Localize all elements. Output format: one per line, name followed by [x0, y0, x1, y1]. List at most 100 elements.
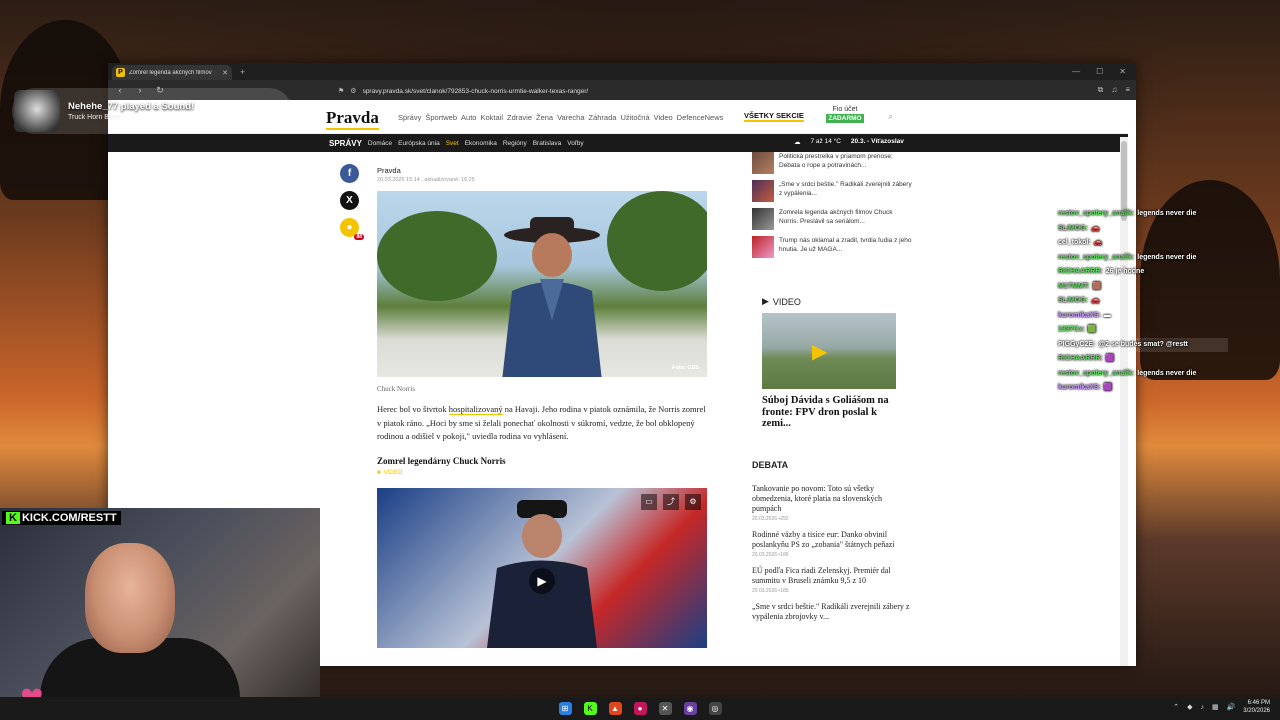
search-icon[interactable]: ⌕ [888, 111, 893, 122]
video-player[interactable]: ▭ ⤴ ⚙ ▶ [377, 487, 707, 648]
debate-item[interactable]: „Sme v srdci beštie." Radikáli zverejnil… [752, 602, 912, 622]
volume-icon[interactable]: 🔊 [1227, 703, 1236, 711]
sidebar-article[interactable]: Trump nás oklamal a zradil, tvrdia ľudia… [752, 236, 912, 258]
nav-item[interactable]: Video [654, 113, 673, 122]
debate-meta: 20.03.2026 ▪185 [752, 588, 912, 594]
debate-item[interactable]: EÚ podľa Fica riadi Zelenskyj. Premiér d… [752, 566, 912, 594]
nav-item[interactable]: Užitočná [620, 113, 649, 122]
taskbar-apps: ⊞ K ▲ ● ✕ ◉ ◎ [558, 702, 722, 715]
brave-browser-icon[interactable]: ▲ [608, 702, 622, 715]
nav-item[interactable]: Záhrada [589, 113, 617, 122]
comments-icon[interactable]: ● 88 [340, 218, 364, 240]
sidebar-article[interactable]: Zomrela legenda akčných filmov Chuck Nor… [752, 208, 912, 230]
app-icon[interactable]: ● [633, 702, 647, 715]
bookmark-icon[interactable]: ⚑ [338, 87, 344, 95]
article-thumbnail [752, 180, 774, 202]
chat-overlay: restov_spotery_analik: legends never die … [1058, 207, 1228, 396]
subnav-item[interactable]: Ekonomika [465, 140, 497, 147]
app-icon[interactable]: ◉ [683, 702, 697, 715]
x-twitter-icon[interactable]: X [340, 191, 359, 210]
subnav-item[interactable]: Európska únia [398, 140, 440, 147]
share-icon[interactable]: ⤴ [663, 493, 679, 510]
section-title[interactable]: SPRÁVY [329, 139, 362, 148]
chevron-up-icon[interactable]: ⌃ [1173, 703, 1179, 711]
settings-gear-icon[interactable]: ⚙ [685, 493, 701, 510]
sidebar-article[interactable]: „Sme v srdci beštie." Radikáli zverejnil… [752, 180, 912, 202]
windows-start-icon[interactable]: ⊞ [558, 702, 572, 715]
url-field[interactable]: ⚑ ⚙ spravy.pravda.sk/svet/clanok/792853-… [338, 83, 898, 99]
sidebar-article-title: Zomrela legenda akčných filmov Chuck Nor… [779, 209, 893, 225]
article-photo[interactable]: Foto: CBS [377, 191, 707, 377]
taskbar: ⊞ K ▲ ● ✕ ◉ ◎ ⌃ ◆ ♪ ▦ 🔊 6:46 PM 3/20/202… [0, 697, 1280, 720]
body-text: Herec bol vo štvrtok [377, 404, 449, 414]
app-icon[interactable]: ✕ [658, 702, 672, 715]
kick-app-icon[interactable]: K [583, 702, 597, 715]
close-window-icon[interactable]: ✕ [1119, 67, 1126, 76]
nav-item[interactable]: Športweb [425, 113, 457, 122]
app-icon[interactable]: ◎ [708, 702, 722, 715]
play-icon[interactable]: ▶ [812, 339, 827, 364]
window-controls: — ☐ ✕ [1072, 67, 1136, 76]
video-icon: ▶ [762, 296, 769, 306]
video-tag[interactable]: ■ VIDEO [377, 470, 707, 476]
chat-user: RICHAARRR: [1058, 268, 1103, 275]
article: Pravda 20.03.2026 15:14 , aktualizované:… [377, 166, 707, 648]
pip-icon[interactable]: ▭ [641, 493, 657, 510]
fio-label: Fio účet [832, 106, 858, 113]
subnav-item[interactable]: Bratislava [533, 140, 562, 147]
subnav-item-active[interactable]: Svet [446, 140, 459, 147]
nameday: 20.3. - Víťazoslav [850, 138, 904, 145]
tray-app-icon[interactable]: ◆ [1187, 703, 1192, 711]
subnav-item[interactable]: Regióny [503, 140, 527, 147]
play-button-icon[interactable]: ▶ [529, 567, 555, 594]
sidebar-article[interactable]: Politická prestrelka v priamom prenose: … [752, 152, 912, 174]
clock[interactable]: 6:46 PM 3/20/2026 [1243, 699, 1270, 715]
site-info-icon[interactable]: ⚙ [350, 87, 356, 95]
nav-item[interactable]: Žena [536, 113, 553, 122]
extensions-icon[interactable]: ⧉ [1098, 85, 1104, 95]
mic-icon[interactable]: ♪ [1200, 704, 1204, 711]
chat-text: 🟫 [1092, 282, 1102, 290]
main-nav: Správy Športweb Auto Koktail Zdravie Žen… [398, 113, 723, 122]
chat-message-highlight: PIGGyC2E: @2 se budes smat? @restt [1058, 337, 1228, 352]
nav-item[interactable]: DefenceNews [677, 113, 724, 122]
nav-item[interactable]: Auto [461, 113, 476, 122]
nav-item[interactable]: Zdravie [507, 113, 532, 122]
all-sections-button[interactable]: VŠETKY SEKCIE [744, 111, 804, 122]
debate-title: „Sme v srdci beštie." Radikáli zverejnil… [752, 601, 910, 621]
close-tab-icon[interactable]: ✕ [222, 69, 228, 77]
nav-item[interactable]: Varecha [557, 113, 584, 122]
photo-caption: Chuck Norris [377, 385, 415, 393]
maximize-icon[interactable]: ☐ [1096, 67, 1103, 76]
video-widget-heading: ▶ VIDEO [762, 296, 902, 307]
tab-active[interactable]: P Zomrel legenda akčných filmov ✕ [112, 65, 232, 80]
url-text: spravy.pravda.sk/svet/clanok/792853-chuc… [362, 87, 589, 95]
subnav-item[interactable]: Domáce [368, 140, 392, 147]
subnav-item[interactable]: Voľby [567, 140, 583, 147]
fio-badge: ZADARMO [826, 114, 864, 123]
video-thumbnail[interactable]: ▶ [762, 313, 896, 389]
chat-user: restov_spotery_analik: [1058, 369, 1135, 377]
chat-message: M1TMMT: 🟫 [1058, 280, 1228, 295]
network-icon[interactable]: ▦ [1212, 703, 1219, 711]
video-title[interactable]: Súboj Dávida s Goliášom na fronte: FPV d… [762, 395, 902, 430]
fio-ad[interactable]: Fio účet ZADARMO [826, 106, 864, 123]
video-camera-icon: ■ [377, 469, 381, 476]
facebook-icon[interactable]: f [340, 164, 359, 183]
article-author[interactable]: Pravda [377, 166, 707, 175]
debate-item[interactable]: Rodinné väzby a tisíce eur: Danko obvini… [752, 530, 912, 558]
chat-user: restov_spotery_analik: [1058, 253, 1135, 261]
new-tab-icon[interactable]: + [240, 67, 245, 77]
hospitalized-link[interactable]: hospitalizovaný [448, 404, 503, 415]
chat-message: restov_spotery_analik: legends never die [1058, 251, 1228, 266]
minimize-icon[interactable]: — [1072, 67, 1080, 76]
video-tag-label: VIDEO [383, 469, 403, 476]
photo-tree [607, 191, 707, 291]
nav-item[interactable]: Koktail [480, 113, 503, 122]
pravda-logo[interactable]: Pravda [326, 108, 379, 130]
debate-item[interactable]: Tankovanie po novom: Toto sú všetky obme… [752, 484, 912, 522]
menu-icon[interactable]: ≡ [1125, 85, 1130, 95]
nav-item[interactable]: Správy [398, 113, 421, 122]
chat-message: cel_tokol: 🚗 [1058, 236, 1228, 251]
media-icon[interactable]: ♫ [1111, 85, 1117, 95]
